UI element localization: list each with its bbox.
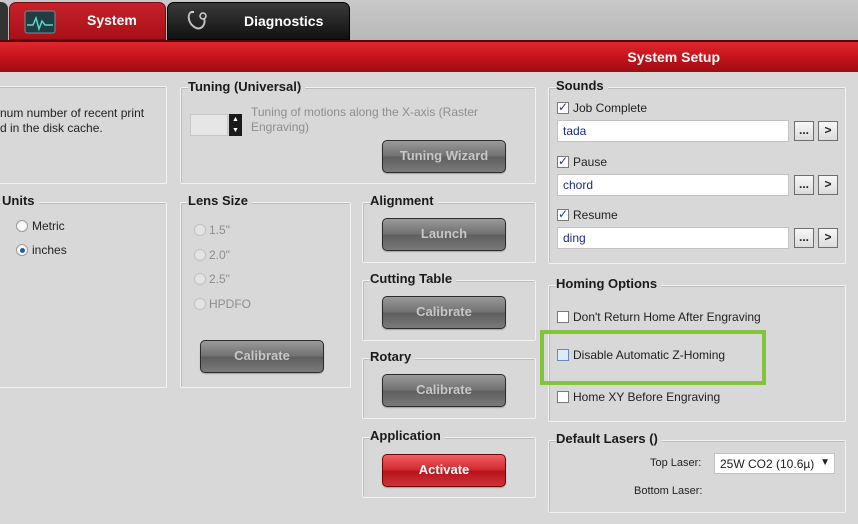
page-title: System Setup bbox=[627, 49, 720, 65]
job-complete-sound-field[interactable]: tada bbox=[557, 120, 789, 142]
tuning-wizard-button[interactable]: Tuning Wizard bbox=[382, 140, 506, 173]
default-lasers-group-frame bbox=[548, 440, 846, 513]
job-complete-browse-button[interactable]: ... bbox=[794, 121, 814, 141]
homing-options-title: Homing Options bbox=[556, 276, 662, 291]
cutting-table-group: Cutting Table Calibrate bbox=[362, 271, 536, 341]
units-metric-radio[interactable] bbox=[16, 220, 28, 232]
alignment-group: Alignment Launch bbox=[362, 193, 536, 263]
units-metric-label: Metric bbox=[32, 219, 65, 233]
tab-system[interactable]: System bbox=[9, 2, 166, 40]
lens-2-5-label: 2.5" bbox=[209, 272, 230, 286]
home-xy-label: Home XY Before Engraving bbox=[573, 390, 721, 404]
lens-1-5-radio[interactable] bbox=[194, 224, 206, 236]
tuning-description-line1: Tuning of motions along the X-axis (Rast… bbox=[251, 105, 478, 119]
cache-group: num number of recent print d in the disk… bbox=[0, 80, 167, 184]
rotary-group: Rotary Calibrate bbox=[362, 349, 536, 419]
lens-calibrate-button[interactable]: Calibrate bbox=[200, 340, 324, 373]
tab-system-label: System bbox=[87, 12, 137, 28]
alignment-launch-button[interactable]: Launch bbox=[382, 218, 506, 251]
chevron-down-icon[interactable]: ▼ bbox=[820, 457, 830, 468]
top-laser-select-value: 25W CO2 (10.6µ) bbox=[720, 457, 815, 471]
resume-play-button[interactable]: > bbox=[818, 228, 838, 248]
top-laser-label: Top Laser: bbox=[650, 457, 702, 469]
resume-sound-field[interactable]: ding bbox=[557, 227, 789, 249]
activate-button[interactable]: Activate bbox=[382, 454, 506, 487]
resume-browse-button[interactable]: ... bbox=[794, 228, 814, 248]
units-inches-radio[interactable] bbox=[16, 244, 28, 256]
home-xy-checkbox[interactable] bbox=[557, 391, 569, 403]
application-group: Application Activate bbox=[362, 428, 536, 498]
pause-checkbox[interactable] bbox=[557, 154, 569, 168]
tuning-spinner-value[interactable] bbox=[190, 114, 228, 136]
dont-return-home-label: Don't Return Home After Engraving bbox=[573, 310, 761, 324]
rotary-calibrate-button[interactable]: Calibrate bbox=[382, 374, 506, 407]
sounds-title: Sounds bbox=[556, 78, 608, 93]
cache-text-line2: d in the disk cache. bbox=[0, 121, 103, 135]
pause-sound-field[interactable]: chord bbox=[557, 174, 789, 196]
sounds-group: Sounds Job Complete tada ... > Pause cho… bbox=[548, 78, 846, 264]
tuning-title: Tuning (Universal) bbox=[188, 79, 306, 94]
pause-play-button[interactable]: > bbox=[818, 175, 838, 195]
resume-label: Resume bbox=[573, 208, 618, 222]
pause-label: Pause bbox=[573, 155, 608, 169]
job-complete-play-button[interactable]: > bbox=[818, 121, 838, 141]
resume-checkbox[interactable] bbox=[557, 207, 569, 221]
alignment-title: Alignment bbox=[370, 193, 438, 208]
units-inches-label: inches bbox=[32, 243, 67, 257]
lens-hpdfo-label: HPDFO bbox=[209, 297, 251, 311]
units-title: Units bbox=[2, 193, 39, 208]
job-complete-checkbox[interactable] bbox=[557, 100, 569, 114]
cache-group-frame bbox=[0, 86, 167, 184]
dont-return-home-checkbox[interactable] bbox=[557, 311, 569, 323]
tuning-group: Tuning (Universal) ▲ ▼ Tuning of motions… bbox=[180, 79, 536, 184]
cutting-table-title: Cutting Table bbox=[370, 271, 457, 286]
lens-1-5-label: 1.5" bbox=[209, 223, 230, 237]
tuning-description-line2: Engraving) bbox=[251, 120, 310, 134]
spinner-down-icon[interactable]: ▼ bbox=[229, 125, 242, 136]
top-laser-select[interactable]: 25W CO2 (10.6µ) ▼ bbox=[714, 453, 835, 474]
tuning-spinner[interactable]: ▲ ▼ bbox=[190, 114, 242, 136]
tab-diagnostics-label: Diagnostics bbox=[244, 13, 324, 29]
pause-browse-button[interactable]: ... bbox=[794, 175, 814, 195]
job-complete-label: Job Complete bbox=[573, 101, 648, 115]
header-bar: System Setup bbox=[0, 40, 858, 72]
default-lasers-title: Default Lasers () bbox=[556, 431, 662, 446]
tab-diagnostics[interactable]: Diagnostics bbox=[167, 2, 350, 40]
tab-strip: System Diagnostics bbox=[0, 0, 858, 40]
lens-size-title: Lens Size bbox=[188, 193, 252, 208]
lens-2-0-radio[interactable] bbox=[194, 249, 206, 261]
cache-text-line1: num number of recent print bbox=[0, 106, 145, 120]
application-title: Application bbox=[370, 428, 445, 443]
highlight-annotation-box bbox=[540, 330, 766, 385]
lens-size-group: Lens Size 1.5" 2.0" 2.5" HPDFO Calibrate bbox=[180, 193, 351, 388]
lens-2-5-radio[interactable] bbox=[194, 273, 206, 285]
lens-2-0-label: 2.0" bbox=[209, 248, 230, 262]
tab-previous-stub[interactable] bbox=[0, 2, 8, 40]
units-group: Units Metric inches bbox=[0, 193, 167, 388]
spinner-up-icon[interactable]: ▲ bbox=[229, 114, 242, 125]
lens-hpdfo-radio[interactable] bbox=[194, 298, 206, 310]
cutting-table-calibrate-button[interactable]: Calibrate bbox=[382, 296, 506, 329]
bottom-laser-label: Bottom Laser: bbox=[634, 485, 703, 497]
pulse-monitor-icon bbox=[24, 10, 56, 34]
rotary-title: Rotary bbox=[370, 349, 416, 364]
stethoscope-icon bbox=[187, 11, 207, 30]
